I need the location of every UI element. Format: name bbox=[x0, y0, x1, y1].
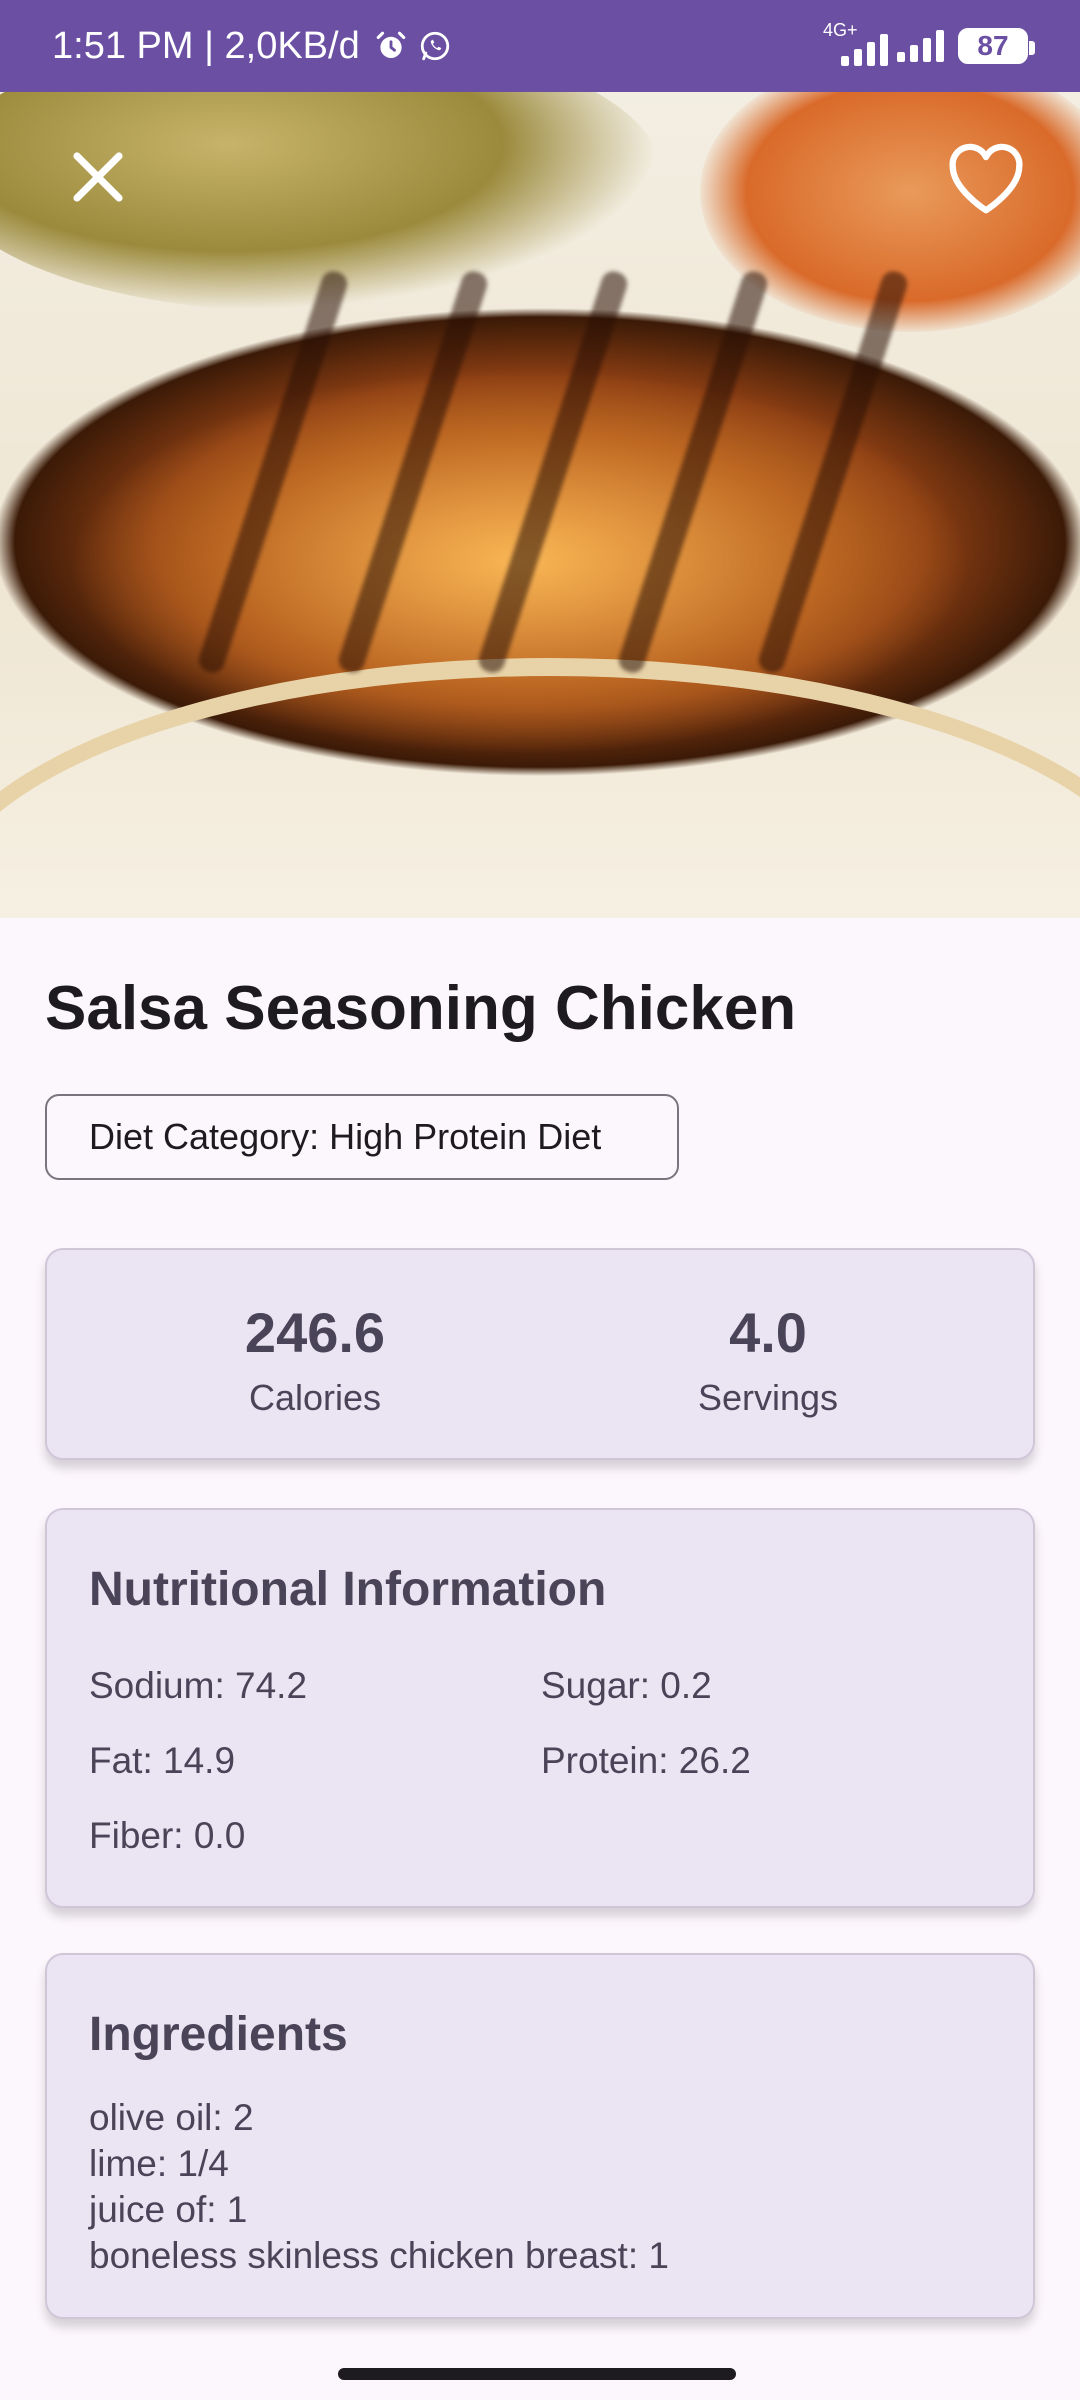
nutrition-card: Nutritional Information Sodium: 74.2 Sug… bbox=[45, 1508, 1035, 1908]
calories-label: Calories bbox=[248, 1377, 382, 1418]
image-plate-rim bbox=[0, 658, 1080, 918]
diet-category-label: Diet Category: High Protein Diet bbox=[89, 1116, 602, 1157]
status-bar-left: 1:51 PM | 2,0KB/d bbox=[52, 25, 452, 68]
calories-value: 246.6 bbox=[244, 1301, 386, 1364]
status-bar: 1:51 PM | 2,0KB/d 4G+ 87 bbox=[0, 0, 1080, 92]
image-grill-mark bbox=[195, 268, 351, 676]
servings-stat: 4.0 Servings bbox=[618, 1300, 918, 1419]
nutrition-heading: Nutritional Information bbox=[89, 1563, 607, 1616]
close-icon bbox=[73, 152, 123, 202]
ingredients-list: olive oil: 2 lime: 1/4 juice of: 1 bonel… bbox=[89, 2095, 669, 2279]
gesture-nav-handle[interactable] bbox=[338, 2368, 736, 2380]
signal-bars-icon bbox=[897, 30, 944, 62]
fiber-value: Fiber: 0.0 bbox=[89, 1815, 246, 1856]
servings-label: Servings bbox=[697, 1377, 839, 1418]
status-time-data: 1:51 PM | 2,0KB/d bbox=[52, 24, 360, 67]
image-grill-mark bbox=[755, 268, 911, 676]
battery-level: 87 bbox=[977, 30, 1009, 61]
sugar-value: Sugar: 0.2 bbox=[541, 1665, 712, 1706]
whatsapp-icon bbox=[420, 31, 449, 61]
fat-value: Fat: 14.9 bbox=[89, 1740, 236, 1781]
sodium-value: Sodium: 74.2 bbox=[89, 1665, 308, 1706]
ingredient-item: lime: 1/4 bbox=[89, 2143, 229, 2184]
favorite-button[interactable] bbox=[944, 135, 1028, 219]
heart-outline-icon bbox=[949, 143, 1023, 214]
ingredients-heading: Ingredients bbox=[89, 2008, 348, 2061]
ingredient-item: juice of: 1 bbox=[89, 2189, 248, 2230]
protein-value: Protein: 26.2 bbox=[541, 1740, 751, 1781]
ingredient-item: olive oil: 2 bbox=[89, 2097, 254, 2138]
battery-icon: 87 bbox=[958, 28, 1035, 64]
ingredients-card: Ingredients olive oil: 2 lime: 1/4 juice… bbox=[45, 1953, 1035, 2319]
servings-value: 4.0 bbox=[729, 1301, 807, 1364]
close-button[interactable] bbox=[56, 135, 140, 219]
recipe-title: Salsa Seasoning Chicken bbox=[45, 974, 797, 1043]
status-bar-right: 4G+ 87 bbox=[823, 20, 1035, 66]
ingredient-item: boneless skinless chicken breast: 1 bbox=[89, 2235, 669, 2276]
signal-4g-icon: 4G+ bbox=[823, 20, 888, 66]
image-grill-mark bbox=[475, 268, 631, 676]
calories-stat: 246.6 Calories bbox=[165, 1300, 465, 1419]
alarm-icon bbox=[376, 31, 406, 59]
image-grill-mark bbox=[615, 268, 771, 676]
summary-card: 246.6 Calories 4.0 Servings bbox=[45, 1248, 1035, 1460]
image-grill-mark bbox=[335, 268, 491, 676]
recipe-image bbox=[0, 92, 1080, 918]
diet-category-chip[interactable]: Diet Category: High Protein Diet bbox=[45, 1094, 679, 1180]
status-notification-icons bbox=[374, 29, 452, 63]
